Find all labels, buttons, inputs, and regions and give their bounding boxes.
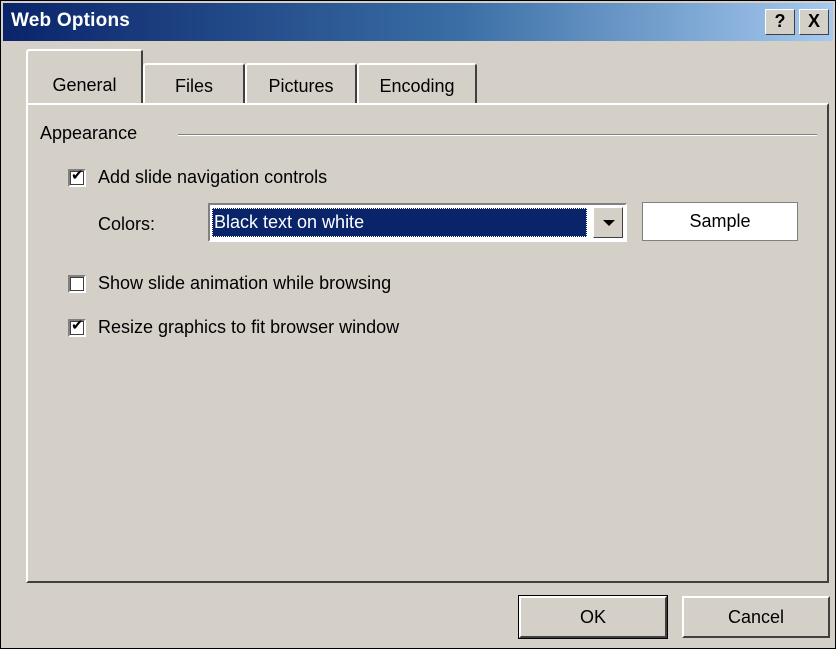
cancel-button[interactable]: Cancel bbox=[682, 596, 830, 638]
window-title: Web Options bbox=[11, 10, 131, 31]
close-button[interactable]: X bbox=[799, 9, 829, 35]
appearance-group-label: Appearance bbox=[40, 123, 138, 143]
group-divider bbox=[178, 134, 817, 136]
help-button[interactable]: ? bbox=[765, 9, 795, 35]
animation-label[interactable]: Show slide animation while browsing bbox=[98, 273, 391, 294]
color-sample-preview: Sample bbox=[642, 202, 798, 241]
checkmark-icon: ✔ bbox=[71, 317, 84, 334]
ok-button[interactable]: OK bbox=[518, 595, 668, 639]
tab-encoding[interactable]: Encoding bbox=[357, 63, 477, 105]
web-options-dialog: Web Options ? X General Files Pictures E… bbox=[0, 0, 836, 649]
checkmark-icon: ✔ bbox=[71, 167, 84, 184]
nav-controls-label[interactable]: Add slide navigation controls bbox=[98, 167, 327, 188]
title-bar[interactable]: Web Options ? X bbox=[3, 3, 833, 41]
animation-checkbox[interactable] bbox=[68, 275, 86, 293]
resize-graphics-label[interactable]: Resize graphics to fit browser window bbox=[98, 317, 399, 338]
colors-dropdown[interactable]: Black text on white bbox=[208, 203, 627, 242]
tab-files[interactable]: Files bbox=[143, 63, 245, 105]
chevron-down-icon[interactable] bbox=[593, 207, 623, 238]
colors-selected-value[interactable]: Black text on white bbox=[212, 208, 587, 237]
tab-encoding-label: Encoding bbox=[379, 76, 455, 96]
tab-general-label: General bbox=[52, 75, 117, 95]
tab-pictures[interactable]: Pictures bbox=[245, 63, 357, 105]
general-tab-panel: Appearance ✔ Add slide navigation contro… bbox=[26, 103, 829, 583]
tab-files-label: Files bbox=[174, 76, 213, 96]
tab-general[interactable]: General bbox=[26, 49, 143, 103]
colors-label: Colors: bbox=[98, 214, 156, 234]
resize-graphics-checkbox[interactable]: ✔ bbox=[68, 317, 86, 337]
nav-controls-checkbox[interactable]: ✔ bbox=[68, 167, 86, 187]
tab-pictures-label: Pictures bbox=[268, 76, 334, 96]
